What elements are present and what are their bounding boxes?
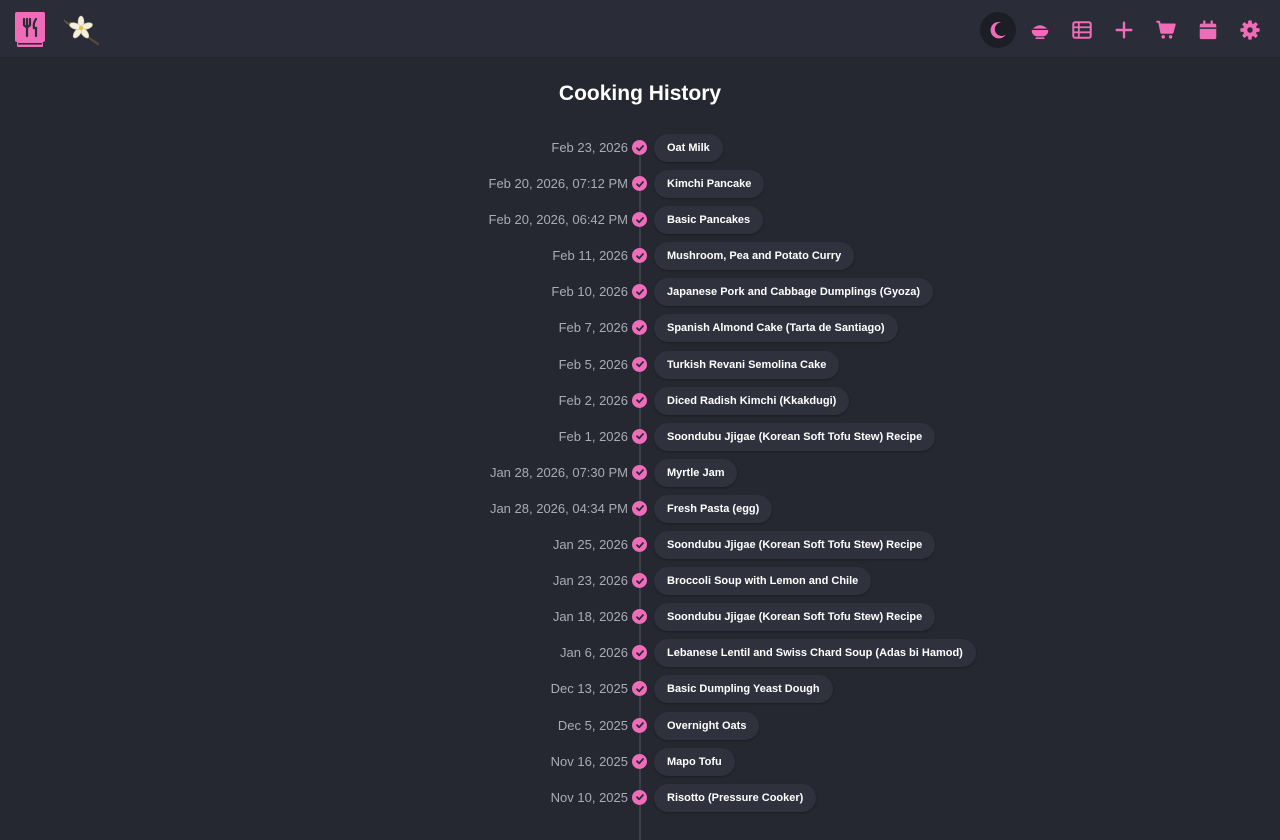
gear-icon[interactable] xyxy=(1232,12,1268,48)
history-date: Feb 23, 2026 xyxy=(551,140,628,155)
history-date: Jan 28, 2026, 04:34 PM xyxy=(490,501,628,516)
history-date: Feb 5, 2026 xyxy=(559,357,628,372)
history-date: Feb 7, 2026 xyxy=(559,320,628,335)
checkmark-icon xyxy=(632,537,647,552)
recipe-chip[interactable]: Soondubu Jjigae (Korean Soft Tofu Stew) … xyxy=(654,603,935,631)
moon-icon[interactable] xyxy=(980,12,1016,48)
history-entry: Jan 28, 2026, 04:34 PM Fresh Pasta (egg) xyxy=(0,491,1280,527)
pot-icon[interactable] xyxy=(1022,12,1058,48)
checkmark-icon xyxy=(632,501,647,516)
history-entry: Feb 5, 2026 Turkish Revani Semolina Cake xyxy=(0,347,1280,383)
history-entry: Feb 10, 2026 Japanese Pork and Cabbage Du… xyxy=(0,274,1280,310)
checkmark-icon xyxy=(632,320,647,335)
history-entry: Feb 2, 2026 Diced Radish Kimchi (Kkakdugi… xyxy=(0,383,1280,419)
cooking-history-timeline: Feb 23, 2026 Oat Milk Feb 20, 2026, 07:12 … xyxy=(0,130,1280,816)
recipe-chip[interactable]: Soondubu Jjigae (Korean Soft Tofu Stew) … xyxy=(654,531,935,559)
history-entry: Jan 25, 2026 Soondubu Jjigae (Korean Soft… xyxy=(0,527,1280,563)
recipe-chip[interactable]: Lebanese Lentil and Swiss Chard Soup (Ad… xyxy=(654,639,976,667)
recipe-chip[interactable]: Risotto (Pressure Cooker) xyxy=(654,784,816,812)
history-date: Jan 6, 2026 xyxy=(560,645,628,660)
history-entry: Feb 23, 2026 Oat Milk xyxy=(0,130,1280,166)
history-date: Jan 18, 2026 xyxy=(553,609,628,624)
calendar-icon[interactable] xyxy=(1190,12,1226,48)
history-date: Feb 2, 2026 xyxy=(559,393,628,408)
history-date: Feb 20, 2026, 07:12 PM xyxy=(489,176,628,191)
recipe-chip[interactable]: Mushroom, Pea and Potato Curry xyxy=(654,242,854,270)
history-date: Feb 10, 2026 xyxy=(551,284,628,299)
checkmark-icon xyxy=(632,212,647,227)
history-date: Jan 25, 2026 xyxy=(553,537,628,552)
nav-icon-group xyxy=(980,12,1268,48)
recipe-chip[interactable]: Turkish Revani Semolina Cake xyxy=(654,351,839,379)
checkmark-icon xyxy=(632,284,647,299)
history-entry: Feb 11, 2026 Mushroom, Pea and Potato Cur… xyxy=(0,238,1280,274)
checkmark-icon xyxy=(632,465,647,480)
checkmark-icon xyxy=(632,645,647,660)
history-entry: Feb 1, 2026 Soondubu Jjigae (Korean Soft … xyxy=(0,419,1280,455)
checkmark-icon xyxy=(632,140,647,155)
checkmark-icon xyxy=(632,248,647,263)
recipe-chip[interactable]: Kimchi Pancake xyxy=(654,170,764,198)
history-entry: Feb 20, 2026, 07:12 PM Kimchi Pancake xyxy=(0,166,1280,202)
table-icon[interactable] xyxy=(1064,12,1100,48)
checkmark-icon xyxy=(632,429,647,444)
history-date: Jan 28, 2026, 07:30 PM xyxy=(490,465,628,480)
recipe-chip[interactable]: Broccoli Soup with Lemon and Chile xyxy=(654,567,871,595)
history-entry: Jan 28, 2026, 07:30 PM Myrtle Jam xyxy=(0,455,1280,491)
recipe-chip[interactable]: Diced Radish Kimchi (Kkakdugi) xyxy=(654,387,849,415)
checkmark-icon xyxy=(632,176,647,191)
checkmark-icon xyxy=(632,357,647,372)
history-entry: Jan 6, 2026 Lebanese Lentil and Swiss Cha… xyxy=(0,635,1280,671)
recipe-chip[interactable]: Myrtle Jam xyxy=(654,459,737,487)
cookbook-icon[interactable] xyxy=(15,12,45,47)
history-date: Nov 16, 2025 xyxy=(551,754,628,769)
recipe-chip[interactable]: Fresh Pasta (egg) xyxy=(654,495,772,523)
recipe-chip[interactable]: Basic Pancakes xyxy=(654,206,763,234)
history-date: Dec 5, 2025 xyxy=(558,718,628,733)
cart-icon[interactable] xyxy=(1148,12,1184,48)
history-entry: Jan 23, 2026 Broccoli Soup with Lemon and… xyxy=(0,563,1280,599)
checkmark-icon xyxy=(632,790,647,805)
recipe-chip[interactable]: Basic Dumpling Yeast Dough xyxy=(654,675,833,703)
checkmark-icon xyxy=(632,573,647,588)
recipe-chip[interactable]: Japanese Pork and Cabbage Dumplings (Gyo… xyxy=(654,278,933,306)
history-entry: Nov 16, 2025 Mapo Tofu xyxy=(0,744,1280,780)
page-title: Cooking History xyxy=(0,82,1280,106)
recipe-chip[interactable]: Spanish Almond Cake (Tarta de Santiago) xyxy=(654,314,898,342)
checkmark-icon xyxy=(632,609,647,624)
plus-icon[interactable] xyxy=(1106,12,1142,48)
recipe-chip[interactable]: Oat Milk xyxy=(654,134,723,162)
checkmark-icon xyxy=(632,718,647,733)
history-entry: Feb 7, 2026 Spanish Almond Cake (Tarta de… xyxy=(0,310,1280,346)
history-entry: Feb 20, 2026, 06:42 PM Basic Pancakes xyxy=(0,202,1280,238)
flower-icon xyxy=(62,14,102,46)
history-date: Feb 11, 2026 xyxy=(552,248,628,263)
history-entry: Dec 5, 2025 Overnight Oats xyxy=(0,708,1280,744)
checkmark-icon xyxy=(632,681,647,696)
checkmark-icon xyxy=(632,393,647,408)
checkmark-icon xyxy=(632,754,647,769)
recipe-chip[interactable]: Overnight Oats xyxy=(654,712,759,740)
history-entry: Dec 13, 2025 Basic Dumpling Yeast Dough xyxy=(0,671,1280,707)
history-date: Dec 13, 2025 xyxy=(551,681,628,696)
recipe-chip[interactable]: Mapo Tofu xyxy=(654,748,735,776)
history-date: Nov 10, 2025 xyxy=(551,790,628,805)
history-date: Feb 1, 2026 xyxy=(559,429,628,444)
history-date: Jan 23, 2026 xyxy=(553,573,628,588)
top-navigation-bar xyxy=(0,0,1280,58)
history-date: Feb 20, 2026, 06:42 PM xyxy=(489,212,628,227)
history-entry: Jan 18, 2026 Soondubu Jjigae (Korean Soft… xyxy=(0,599,1280,635)
recipe-chip[interactable]: Soondubu Jjigae (Korean Soft Tofu Stew) … xyxy=(654,423,935,451)
history-entry: Nov 10, 2025 Risotto (Pressure Cooker) xyxy=(0,780,1280,816)
